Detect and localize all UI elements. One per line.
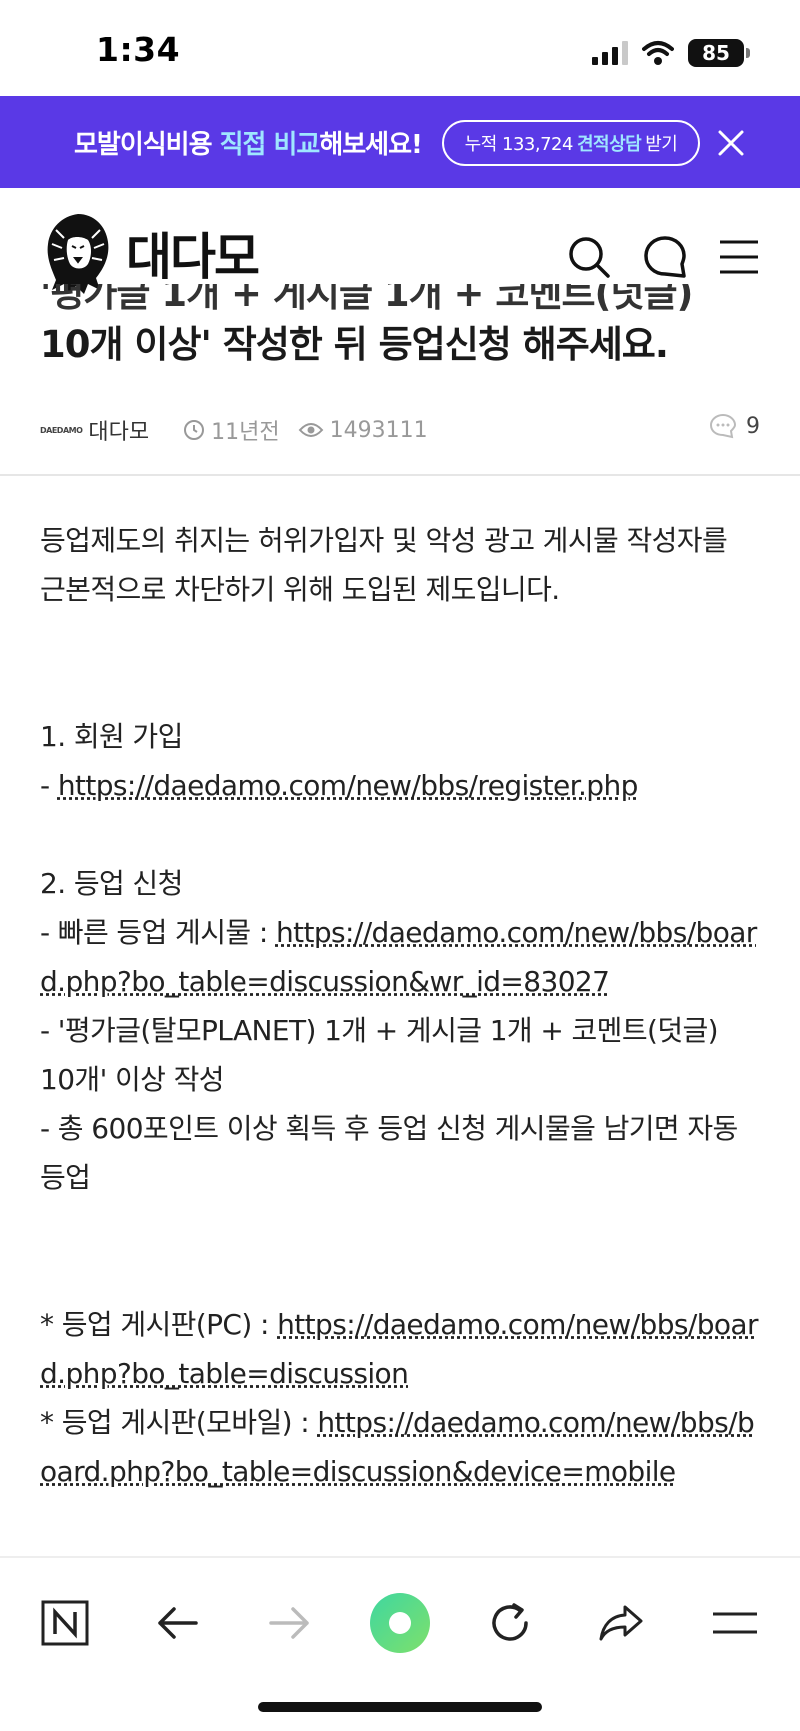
banner-close-icon[interactable] bbox=[716, 128, 746, 158]
share-button[interactable] bbox=[586, 1588, 656, 1658]
meta-divider bbox=[0, 474, 800, 476]
post-time: 11년전 bbox=[183, 414, 280, 446]
cellular-signal-icon bbox=[592, 41, 628, 65]
author-logo-mark: DAEDAMO bbox=[40, 425, 83, 435]
mobile-board-line: * 등업 게시판(모바일) : https://daedamo.com/new/… bbox=[40, 1406, 755, 1488]
menu-button[interactable] bbox=[714, 232, 764, 282]
clock-icon bbox=[184, 420, 205, 440]
wifi-icon bbox=[642, 41, 674, 65]
status-bar: 1:34 85 bbox=[0, 0, 800, 96]
green-dot-icon bbox=[370, 1593, 430, 1653]
section-2-title: 2. 등업 신청 bbox=[40, 867, 183, 900]
post-title-line-2: 10개 이상' 작성한 뒤 등업신청 해주세요. bbox=[40, 323, 669, 366]
pc-board-line: * 등업 게시판(PC) : https://daedamo.com/new/b… bbox=[40, 1308, 758, 1390]
post-comments[interactable]: 9 bbox=[708, 412, 760, 440]
post-views: 1493111 bbox=[298, 418, 428, 443]
naver-home-button[interactable] bbox=[30, 1588, 100, 1658]
post-author[interactable]: 대다모 bbox=[88, 414, 149, 446]
back-button[interactable] bbox=[143, 1588, 213, 1658]
status-time: 1:34 bbox=[96, 30, 181, 69]
post-title: '평가글 1개 + 게시글 1개 + 코멘트(덧글) 10개 이상' 작성한 뒤… bbox=[40, 284, 760, 374]
forward-button[interactable] bbox=[254, 1588, 324, 1658]
post-content: 등업제도의 취지는 허위가입자 및 악성 광고 게시물 작성자를 근본적으로 차… bbox=[40, 516, 760, 1496]
section-1-line: - https://daedamo.com/new/bbs/register.p… bbox=[40, 769, 639, 802]
comment-icon bbox=[709, 413, 737, 439]
logo-text: 대다모 bbox=[126, 228, 260, 286]
refresh-icon bbox=[492, 1603, 528, 1641]
chat-button[interactable] bbox=[640, 232, 690, 282]
banner-consult-button[interactable]: 누적 133,724 견적상담 받기 bbox=[442, 120, 700, 166]
share-arrow-icon bbox=[599, 1605, 643, 1641]
home-indicator[interactable] bbox=[258, 1702, 542, 1712]
hamburger-menu-icon bbox=[720, 240, 758, 274]
search-button[interactable] bbox=[564, 232, 614, 282]
more-menu-button[interactable] bbox=[700, 1588, 770, 1658]
chat-bubble-icon bbox=[644, 236, 686, 278]
requirement-line: - '평가글(탈모PLANET) 1개 + 게시글 1개 + 코멘트(덧글) 1… bbox=[40, 1014, 719, 1096]
post-title-line-1: '평가글 1개 + 게시글 1개 + 코멘트(덧글) bbox=[40, 284, 693, 315]
status-icons: 85 bbox=[592, 38, 750, 68]
menu-lines-icon bbox=[713, 1612, 757, 1634]
battery-icon: 85 bbox=[688, 39, 750, 67]
arrow-right-icon bbox=[269, 1607, 309, 1639]
post-meta: DAEDAMO 대다모 11년전 1493111 9 bbox=[40, 412, 760, 448]
section-1-title: 1. 회원 가입 bbox=[40, 720, 183, 753]
content-intro: 등업제도의 취지는 허위가입자 및 악성 광고 게시물 작성자를 근본적으로 차… bbox=[40, 524, 728, 606]
register-link[interactable]: https://daedamo.com/new/bbs/register.php bbox=[58, 769, 639, 802]
auto-upgrade-line: - 총 600포인트 이상 획득 후 등업 신청 게시물을 남기면 자동 등업 bbox=[40, 1112, 738, 1194]
browser-toolbar bbox=[0, 1556, 800, 1686]
green-dot-button[interactable] bbox=[365, 1588, 435, 1658]
arrow-left-icon bbox=[158, 1607, 198, 1639]
fast-upgrade-line: - 빠른 등업 게시물 : https://daedamo.com/new/bb… bbox=[40, 916, 757, 998]
reload-button[interactable] bbox=[475, 1588, 545, 1658]
eye-icon bbox=[298, 423, 323, 437]
search-icon bbox=[569, 237, 610, 278]
naver-n-icon bbox=[41, 1600, 89, 1646]
banner-text[interactable]: 모발이식비용 직접 비교해보세요! bbox=[74, 124, 423, 161]
ad-banner[interactable]: 모발이식비용 직접 비교해보세요! 누적 133,724 견적상담 받기 bbox=[0, 96, 800, 188]
